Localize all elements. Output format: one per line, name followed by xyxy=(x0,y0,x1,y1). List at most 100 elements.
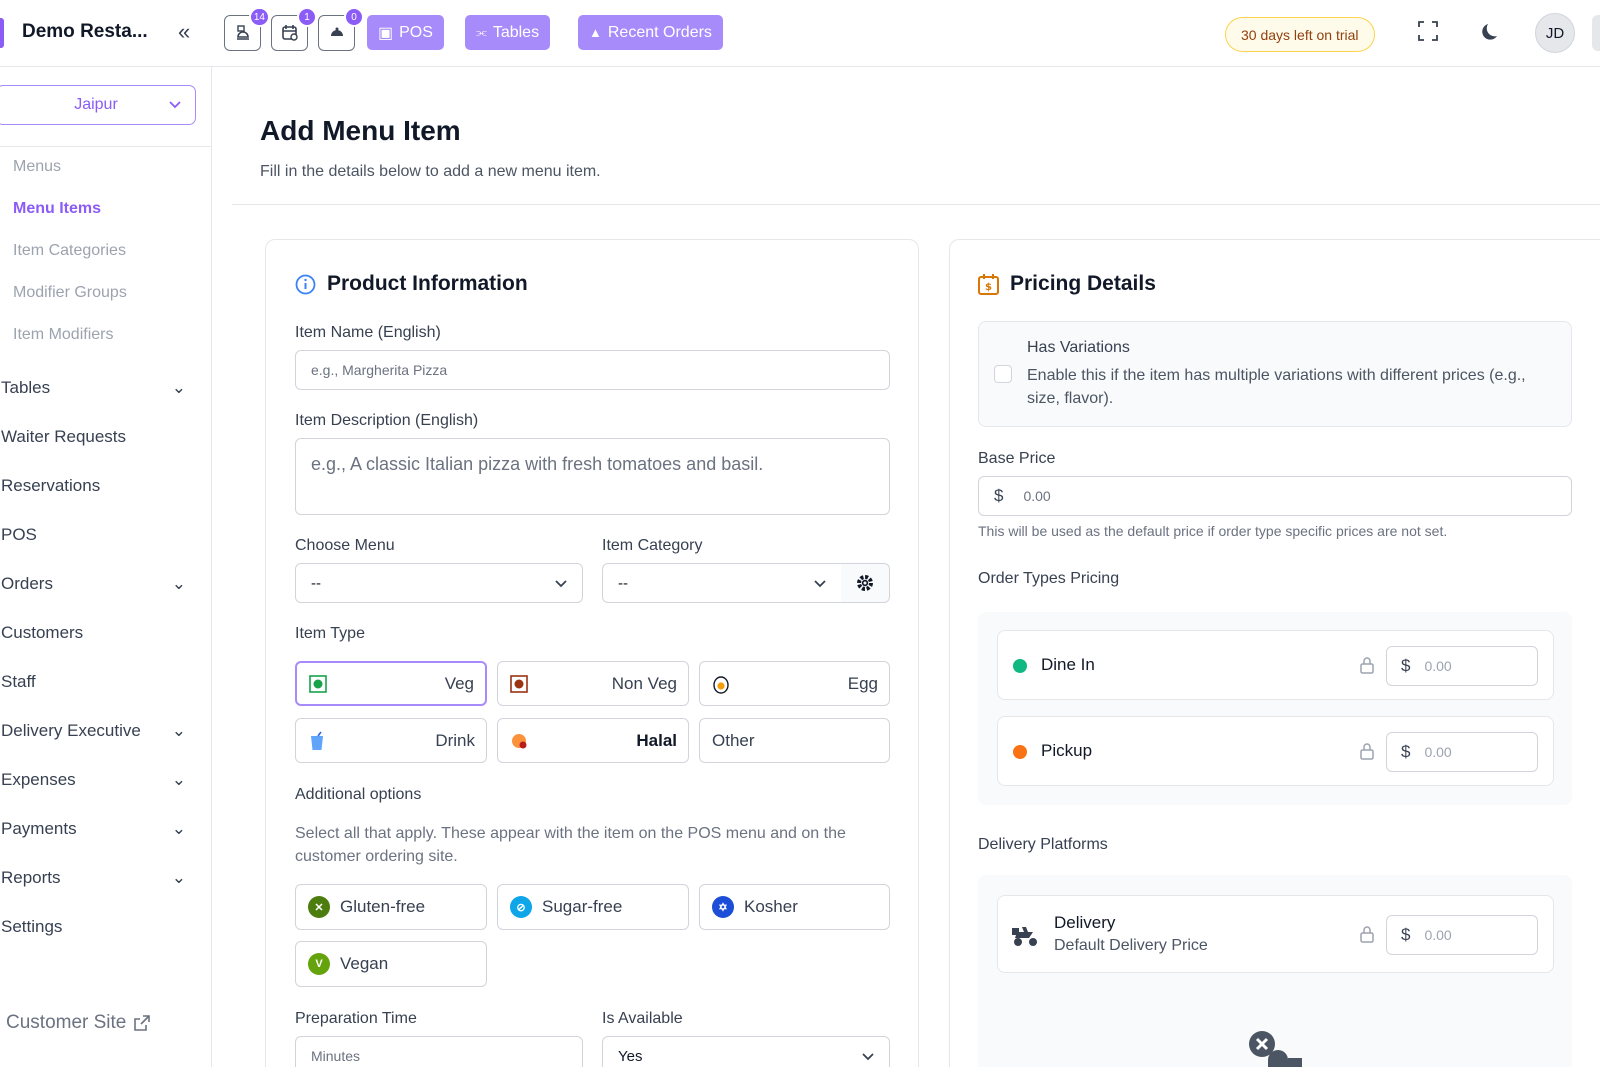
collapse-sidebar-icon[interactable]: « xyxy=(178,20,190,44)
sidebar-item-settings[interactable]: Settings xyxy=(1,917,186,937)
lock-icon[interactable] xyxy=(1359,741,1375,761)
delivery-subtitle: Default Delivery Price xyxy=(1054,937,1208,954)
sidebar-item-orders[interactable]: Orders ⌄ xyxy=(1,574,186,594)
placeholder: 0.00 xyxy=(1424,744,1452,760)
page-subtitle: Fill in the details below to add a new m… xyxy=(260,163,601,180)
halal-icon xyxy=(512,733,527,748)
base-price-input[interactable]: $ 0.00 xyxy=(978,476,1572,516)
waiter-requests-button[interactable]: 14 xyxy=(224,7,270,51)
sidebar-item-waiter-requests[interactable]: Waiter Requests xyxy=(1,427,186,447)
option-label: Kosher xyxy=(744,897,798,916)
reservations-button[interactable]: 1 xyxy=(271,7,317,51)
type-label: Non Veg xyxy=(611,673,677,693)
is-available-select[interactable]: Yes xyxy=(602,1036,890,1067)
category-settings-button[interactable] xyxy=(841,563,890,603)
sidebar-item-reservations[interactable]: Reservations xyxy=(1,476,186,496)
status-dot xyxy=(1013,659,1027,673)
branch-select[interactable]: Jaipur xyxy=(0,85,196,125)
item-type-egg[interactable]: Egg xyxy=(699,661,890,706)
item-name-input[interactable]: e.g., Margherita Pizza xyxy=(295,350,890,390)
customer-site-link[interactable]: Customer Site xyxy=(6,1012,152,1034)
no-platforms-icon xyxy=(1249,1031,1302,1067)
nav-label: Reservations xyxy=(1,476,101,495)
item-type-label: Item Type xyxy=(295,625,365,642)
vegan-icon: V xyxy=(308,953,330,975)
item-type-veg[interactable]: Veg xyxy=(295,661,487,706)
dark-mode-icon[interactable] xyxy=(1480,21,1502,43)
placeholder: 0.00 xyxy=(1424,658,1452,674)
option-sugar-free[interactable]: ⊘ Sugar-free xyxy=(497,884,689,930)
item-category-select[interactable]: -- xyxy=(602,563,842,603)
currency-symbol: $ xyxy=(1401,656,1411,675)
recent-orders-label: Recent Orders xyxy=(607,23,712,41)
top-bar: Demo Resta... « 14 1 0 ▣ POS ⫘ Tables ▲ Rec… xyxy=(0,0,1600,67)
sidebar-item-expenses[interactable]: Expenses ⌄ xyxy=(1,770,186,790)
restaurant-name: Demo Resta... xyxy=(22,21,148,42)
overflow-button[interactable] xyxy=(1592,15,1600,51)
item-description-textarea[interactable]: e.g., A classic Italian pizza with fresh… xyxy=(295,438,890,515)
lock-icon[interactable] xyxy=(1359,655,1375,675)
pos-button[interactable]: ▣ POS xyxy=(367,15,444,50)
sidebar-item-item-categories[interactable]: Item Categories xyxy=(13,242,126,260)
delivery-button[interactable]: 0 xyxy=(318,7,364,51)
chevron-down-icon: ⌄ xyxy=(171,819,186,838)
choose-menu-label: Choose Menu xyxy=(295,537,395,554)
nav-label: Payments xyxy=(1,819,77,838)
item-type-other[interactable]: Other xyxy=(699,718,890,763)
tables-button[interactable]: ⫘ Tables xyxy=(465,15,551,50)
select-value: -- xyxy=(618,574,628,592)
preparation-time-input[interactable]: Minutes xyxy=(295,1036,583,1067)
order-types-pricing-label: Order Types Pricing xyxy=(978,570,1120,587)
lock-icon[interactable] xyxy=(1359,924,1375,944)
order-type-name: Dine In xyxy=(1041,655,1095,674)
page-title: Add Menu Item xyxy=(260,115,461,146)
sidebar-item-reports[interactable]: Reports ⌄ xyxy=(1,868,186,888)
nav-label: POS xyxy=(1,525,37,544)
item-type-drink[interactable]: Drink xyxy=(295,718,487,763)
type-label: Drink xyxy=(435,730,475,750)
has-variations-help: Enable this if the item has multiple var… xyxy=(1027,367,1526,407)
order-type-name: Pickup xyxy=(1041,741,1093,760)
pickup-price-input[interactable]: $ 0.00 xyxy=(1386,732,1538,772)
sidebar-item-menu-items[interactable]: Menu Items xyxy=(13,200,101,218)
delivery-price-input[interactable]: $ 0.00 xyxy=(1386,915,1538,955)
currency-symbol: $ xyxy=(994,486,1004,505)
sidebar-item-tables[interactable]: Tables ⌄ xyxy=(1,378,186,398)
drink-icon xyxy=(311,731,323,750)
dine-in-price-input[interactable]: $ 0.00 xyxy=(1386,646,1538,686)
nav-label: Orders xyxy=(1,574,53,593)
sugar-free-icon: ⊘ xyxy=(510,896,532,918)
option-label: Vegan xyxy=(340,954,389,973)
choose-menu-select[interactable]: -- xyxy=(295,563,583,603)
sidebar-item-customers[interactable]: Customers xyxy=(1,623,186,643)
avatar[interactable]: JD xyxy=(1535,13,1575,53)
sidebar-item-delivery-executive[interactable]: Delivery Executive ⌄ xyxy=(1,721,186,741)
sidebar-item-pos[interactable]: POS xyxy=(1,525,186,545)
pos-label: POS xyxy=(399,23,433,41)
placeholder: e.g., Margherita Pizza xyxy=(311,362,448,378)
sidebar-item-menus[interactable]: Menus xyxy=(13,158,61,176)
type-label: Halal xyxy=(636,730,677,750)
item-type-non-veg[interactable]: Non Veg xyxy=(497,661,689,706)
option-gluten-free[interactable]: ✕ Gluten-free xyxy=(295,884,487,930)
sidebar-item-modifier-groups[interactable]: Modifier Groups xyxy=(13,284,127,302)
recent-orders-button[interactable]: ▲ Recent Orders xyxy=(578,15,723,50)
calendar-check-icon xyxy=(281,25,298,41)
has-variations-checkbox[interactable] xyxy=(994,365,1012,383)
sidebar-item-staff[interactable]: Staff xyxy=(1,672,186,692)
placeholder: e.g., A classic Italian pizza with fresh… xyxy=(311,454,764,474)
egg-icon xyxy=(713,675,729,694)
sidebar-item-item-modifiers[interactable]: Item Modifiers xyxy=(13,326,113,344)
placeholder: 0.00 xyxy=(1023,488,1051,504)
veg-icon xyxy=(309,674,327,693)
chevron-down-icon xyxy=(814,580,826,588)
chevron-down-icon: ⌄ xyxy=(171,868,186,887)
option-vegan[interactable]: V Vegan xyxy=(295,941,487,987)
type-label: Other xyxy=(712,730,755,750)
sidebar-item-payments[interactable]: Payments ⌄ xyxy=(1,819,186,839)
option-kosher[interactable]: ✡ Kosher xyxy=(699,884,890,930)
option-label: Gluten-free xyxy=(340,897,426,916)
fullscreen-icon[interactable] xyxy=(1417,20,1439,42)
item-type-halal[interactable]: Halal xyxy=(497,718,689,763)
external-link-icon xyxy=(134,1015,151,1031)
